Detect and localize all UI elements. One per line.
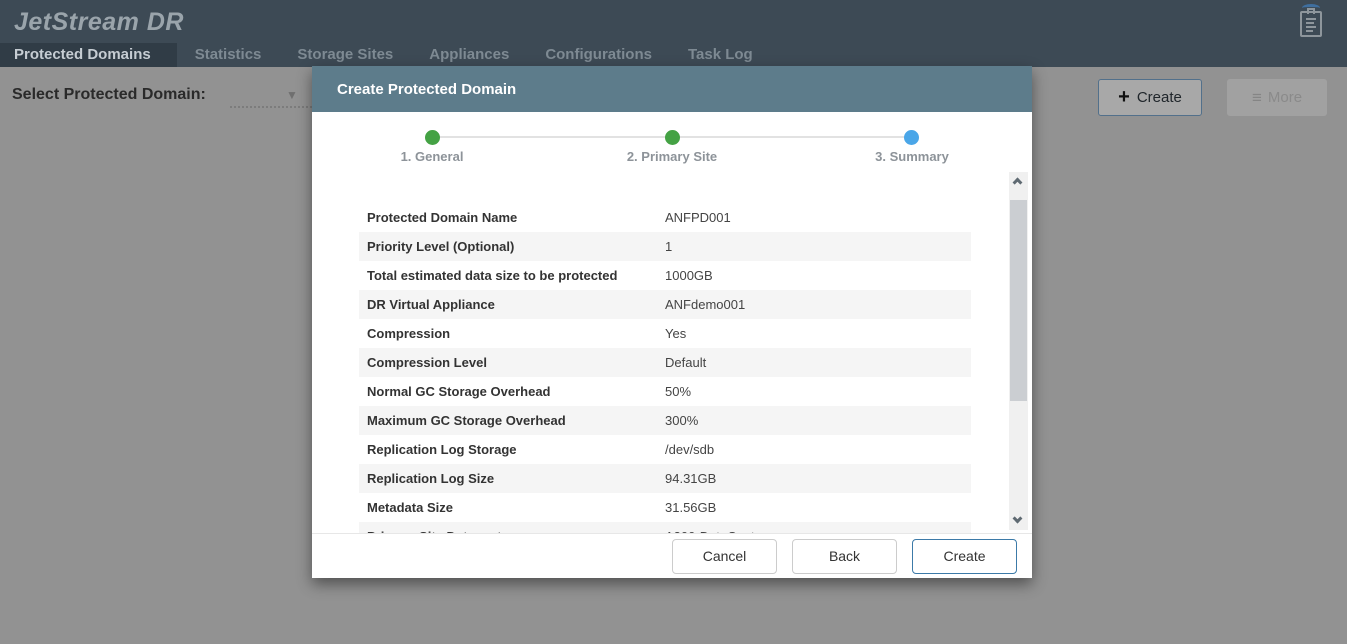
- table-row: Protected Domain Name ANFPD001: [359, 203, 971, 232]
- chevron-down-icon: [1013, 514, 1023, 524]
- row-value: 31.56GB: [665, 500, 971, 515]
- row-label: Protected Domain Name: [359, 210, 665, 225]
- create-domain-button[interactable]: + Create: [1098, 79, 1202, 116]
- row-label: Total estimated data size to be protecte…: [359, 268, 665, 283]
- table-row: Primary Site Datacenter A300-DataCenter: [359, 522, 971, 533]
- row-label: Maximum GC Storage Overhead: [359, 413, 665, 428]
- table-row: Compression Level Default: [359, 348, 971, 377]
- step-label-primary-site: 2. Primary Site: [592, 149, 752, 164]
- table-row: Metadata Size 31.56GB: [359, 493, 971, 522]
- select-protected-domain-label: Select Protected Domain:: [12, 86, 206, 104]
- clipboard-clip-icon: [1307, 8, 1315, 14]
- create-button[interactable]: Create: [912, 539, 1017, 574]
- clipboard-body-icon: [1300, 11, 1322, 37]
- dialog-title: Create Protected Domain: [312, 81, 516, 98]
- row-label: Metadata Size: [359, 500, 665, 515]
- scroll-down-button[interactable]: [1009, 512, 1028, 530]
- table-row: DR Virtual Appliance ANFdemo001: [359, 290, 971, 319]
- dialog-scrollbar[interactable]: [1009, 172, 1028, 530]
- create-button-label: Create: [1137, 89, 1182, 106]
- row-value: 50%: [665, 384, 971, 399]
- row-value: 1000GB: [665, 268, 971, 283]
- row-label: Replication Log Storage: [359, 442, 665, 457]
- step-dot-summary: [904, 130, 919, 145]
- step-dot-primary-site: [665, 130, 680, 145]
- table-row: Replication Log Storage /dev/sdb: [359, 435, 971, 464]
- tab-storage-sites[interactable]: Storage Sites: [279, 43, 411, 67]
- create-protected-domain-dialog: Create Protected Domain 1. General 2. Pr…: [312, 66, 1032, 578]
- dialog-header: Create Protected Domain: [312, 66, 1032, 112]
- table-row: Total estimated data size to be protecte…: [359, 261, 971, 290]
- back-button[interactable]: Back: [792, 539, 897, 574]
- dialog-footer: Cancel Back Create: [312, 533, 1032, 578]
- row-label: Compression Level: [359, 355, 665, 370]
- plus-icon: +: [1118, 86, 1130, 109]
- step-dot-general: [425, 130, 440, 145]
- row-label: Priority Level (Optional): [359, 239, 665, 254]
- table-row: Replication Log Size 94.31GB: [359, 464, 971, 493]
- table-row: Maximum GC Storage Overhead 300%: [359, 406, 971, 435]
- summary-table: Protected Domain Name ANFPD001 Priority …: [359, 203, 971, 533]
- chevron-up-icon: [1013, 178, 1023, 188]
- row-value: Yes: [665, 326, 971, 341]
- top-bar: JetStream DR Protected Domains Statistic…: [0, 0, 1347, 67]
- menu-bars-icon: ≡: [1252, 88, 1262, 108]
- app-logo: JetStream DR: [14, 8, 184, 37]
- more-button: ≡ More: [1227, 79, 1327, 116]
- row-value: 300%: [665, 413, 971, 428]
- clipboard-icon[interactable]: [1299, 6, 1325, 38]
- step-label-general: 1. General: [352, 149, 512, 164]
- row-value: /dev/sdb: [665, 442, 971, 457]
- row-label: Compression: [359, 326, 665, 341]
- more-button-label: More: [1268, 89, 1302, 106]
- tab-appliances[interactable]: Appliances: [411, 43, 527, 67]
- scroll-up-button[interactable]: [1009, 172, 1028, 190]
- row-value: Default: [665, 355, 971, 370]
- cancel-button[interactable]: Cancel: [672, 539, 777, 574]
- main-nav: Protected Domains Statistics Storage Sit…: [0, 44, 771, 67]
- table-row: Compression Yes: [359, 319, 971, 348]
- row-label: DR Virtual Appliance: [359, 297, 665, 312]
- row-label: Replication Log Size: [359, 471, 665, 486]
- row-value: ANFdemo001: [665, 297, 971, 312]
- table-row: Normal GC Storage Overhead 50%: [359, 377, 971, 406]
- row-value: 1: [665, 239, 971, 254]
- chevron-down-icon[interactable]: ▼: [286, 88, 298, 102]
- scrollbar-thumb[interactable]: [1010, 200, 1027, 401]
- step-label-summary: 3. Summary: [832, 149, 992, 164]
- tab-configurations[interactable]: Configurations: [527, 43, 670, 67]
- row-value: ANFPD001: [665, 210, 971, 225]
- protected-domain-dropdown[interactable]: [230, 106, 312, 108]
- row-label: Normal GC Storage Overhead: [359, 384, 665, 399]
- table-row: Priority Level (Optional) 1: [359, 232, 971, 261]
- tab-statistics[interactable]: Statistics: [177, 43, 280, 67]
- tab-protected-domains[interactable]: Protected Domains: [0, 43, 177, 67]
- tab-task-log[interactable]: Task Log: [670, 43, 771, 67]
- row-value: 94.31GB: [665, 471, 971, 486]
